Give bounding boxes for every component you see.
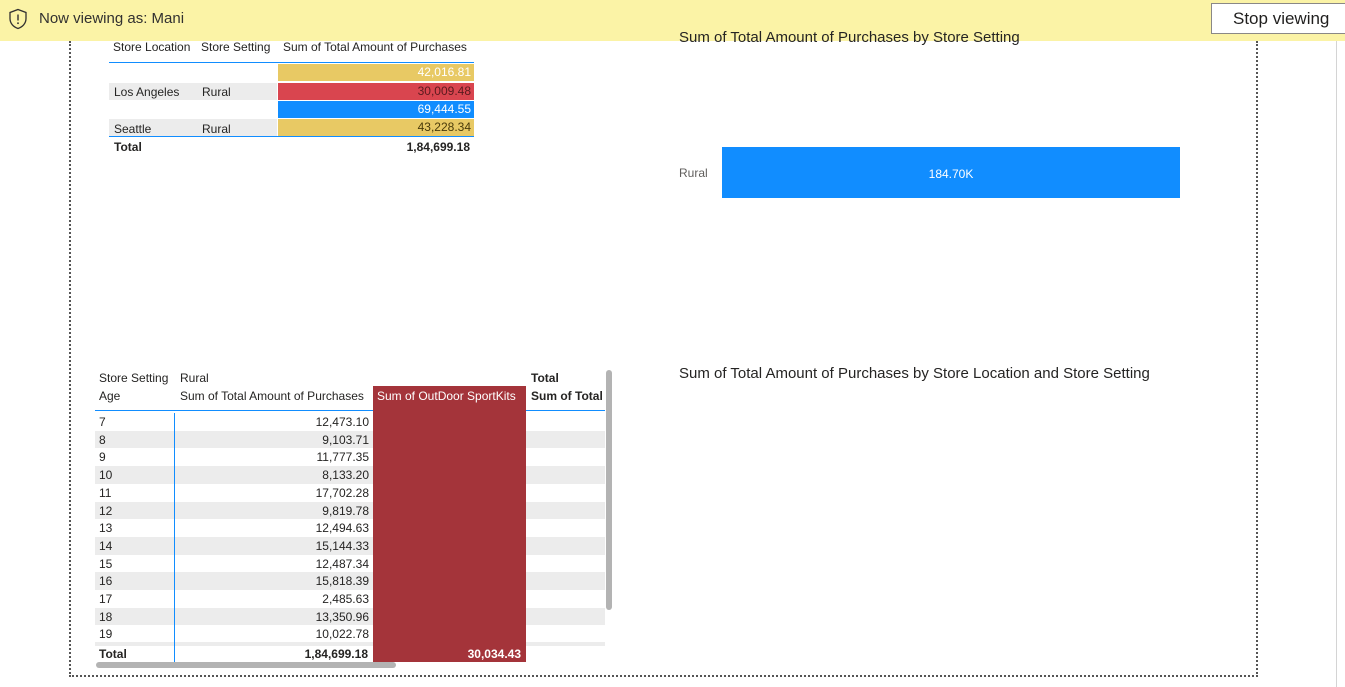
total-purchases: 1,84,699.18 — [304, 647, 368, 661]
cell-age: 17 — [99, 592, 113, 606]
table-cell-value: 69,444.55 — [278, 101, 474, 118]
viewing-as-text: Now viewing as: Mani — [39, 10, 185, 27]
table-cell-location: Seattle — [114, 122, 152, 136]
cell-purchases: 13,350.96 — [315, 609, 369, 624]
header-sum-total-amount[interactable]: Sum of Total Amount of Purchases — [283, 40, 467, 54]
cell-age: 11 — [99, 485, 112, 500]
view-as-banner: Now viewing as: Mani Stop viewing — [0, 0, 1345, 41]
cell-purchases: 15,144.33 — [315, 538, 369, 553]
cell-purchases: 12,487.34 — [315, 556, 369, 571]
cell-age: 9 — [99, 450, 106, 465]
total-label: Total — [99, 647, 127, 661]
table-cell-value: 43,228.34 — [278, 119, 474, 136]
cell-age: 15 — [99, 556, 113, 571]
cell-age: 13 — [99, 521, 113, 536]
cell-age: 16 — [99, 574, 113, 589]
column-group-rural[interactable]: Rural — [180, 371, 209, 385]
cell-purchases: 11,777.35 — [316, 450, 370, 465]
header-outdoor-sportkits[interactable]: Sum of OutDoor SportKits — [377, 389, 516, 403]
chart-title: Sum of Total Amount of Purchases by Stor… — [679, 365, 1150, 382]
cell-age: 18 — [99, 609, 113, 624]
canvas-border-bottom — [69, 675, 1258, 677]
cell-age: 10 — [99, 468, 113, 483]
cell-age: 7 — [99, 415, 106, 429]
cell-purchases: 8,133.20 — [322, 468, 369, 483]
header-underline — [109, 62, 474, 63]
category-label: Rural — [679, 166, 708, 180]
row-header-age[interactable]: Age — [99, 389, 120, 403]
canvas-border-right — [1256, 41, 1258, 677]
cell-purchases: 9,819.78 — [322, 503, 369, 518]
header-store-setting[interactable]: Store Setting — [201, 40, 270, 54]
column-group-total[interactable]: Total — [531, 371, 559, 385]
vertical-scrollbar[interactable] — [606, 370, 612, 610]
table-cell-value: 30,009.48 — [278, 83, 474, 100]
cell-age: 12 — [99, 503, 113, 518]
total-label: Total — [114, 140, 142, 154]
total-outdoor-sportkits: 30,034.43 — [467, 647, 521, 661]
shield-icon — [9, 8, 27, 30]
bar-data-label: 184.70K — [928, 167, 974, 181]
header-store-location[interactable]: Store Location — [113, 40, 190, 54]
cell-age: 19 — [99, 627, 113, 642]
cell-age: 8 — [99, 432, 106, 447]
row-header-store-setting: Store Setting — [99, 371, 169, 385]
table-cell-location: Los Angeles — [114, 85, 180, 99]
cell-purchases: 2,485.63 — [322, 592, 369, 606]
canvas-border-left — [69, 41, 71, 677]
cell-purchases: 15,818.39 — [315, 574, 369, 589]
header-sum-total-amount[interactable]: Sum of Total Amount of Purchases — [180, 389, 364, 403]
row-background — [95, 642, 605, 646]
cell-purchases: 10,022.78 — [315, 627, 369, 642]
cell-purchases: 12,494.63 — [315, 521, 369, 536]
cell-purchases: 17,702.28 — [315, 485, 369, 500]
header-underline — [95, 410, 605, 411]
total-separator — [109, 136, 474, 137]
header-sum-of-total[interactable]: Sum of Total — [531, 389, 605, 403]
page-divider — [1336, 41, 1337, 687]
cell-purchases: 12,473.10 — [315, 415, 369, 429]
stop-viewing-button[interactable]: Stop viewing — [1211, 3, 1345, 34]
cell-age: 14 — [99, 538, 113, 553]
chart-title: Sum of Total Amount of Purchases by Stor… — [679, 29, 1020, 46]
cell-purchases: 9,103.71 — [322, 432, 369, 447]
column-divider — [174, 413, 175, 662]
total-value: 1,84,699.18 — [406, 140, 470, 154]
horizontal-scrollbar[interactable] — [96, 662, 396, 668]
table-cell-value: 42,016.81 — [278, 64, 474, 81]
table-cell-setting: Rural — [202, 85, 231, 99]
highlighted-column — [373, 386, 526, 662]
table-cell-setting: Rural — [202, 122, 231, 136]
